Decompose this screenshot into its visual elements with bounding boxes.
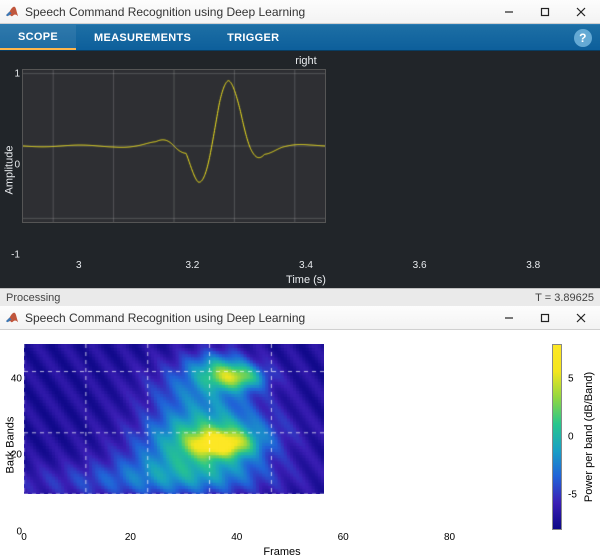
status-bar: Processing T = 3.89625	[0, 288, 600, 306]
colorbar-label: Power per band (dB/Band)	[582, 344, 596, 530]
spectrogram-xticks: 020406080	[24, 532, 540, 546]
toolstrip-tab-scope[interactable]: SCOPE	[0, 25, 76, 50]
scope-window-titlebar: Speech Command Recognition using Deep Le…	[0, 0, 600, 24]
matlab-logo-icon	[4, 310, 19, 325]
toolstrip-tab-trigger[interactable]: TRIGGER	[209, 25, 297, 50]
spectrogram-pane: Bark Bands 02040 020406080 Frames -505 P…	[0, 330, 600, 560]
close-button[interactable]	[566, 306, 596, 330]
minimize-button[interactable]	[494, 0, 524, 24]
waveform-canvas	[22, 69, 326, 223]
colorbar-ticks: -505	[568, 344, 576, 530]
scope-plot: Amplitude right -101 33.23.43.63.8 Time …	[0, 51, 600, 288]
help-button[interactable]: ?	[574, 29, 592, 47]
close-button[interactable]	[566, 0, 596, 24]
minimize-button[interactable]	[494, 306, 524, 330]
spectrogram-window-titlebar: Speech Command Recognition using Deep Le…	[0, 306, 600, 330]
scope-xlabel: Time (s)	[22, 274, 590, 286]
toolstrip-tab-measurements[interactable]: MEASUREMENTS	[76, 25, 209, 50]
scope-window-title: Speech Command Recognition using Deep Le…	[25, 5, 305, 19]
scope-toolstrip: SCOPEMEASUREMENTSTRIGGER ?	[0, 24, 600, 51]
colorbar: -505 Power per band (dB/Band)	[544, 330, 600, 560]
scope-axes[interactable]: -101	[22, 69, 590, 260]
spectrogram-yticks: 02040	[2, 344, 22, 532]
scope-pane: SCOPEMEASUREMENTSTRIGGER ? Amplitude rig…	[0, 24, 600, 288]
spectrogram-canvas	[24, 344, 324, 494]
status-left: Processing	[6, 292, 60, 304]
maximize-button[interactable]	[530, 0, 560, 24]
scope-xticks: 33.23.43.63.8	[22, 260, 590, 274]
spectrogram-xlabel: Frames	[24, 546, 540, 558]
spectrogram-axes[interactable]: 02040	[24, 344, 540, 532]
spectrogram-window-title: Speech Command Recognition using Deep Le…	[25, 311, 305, 325]
status-right: T = 3.89625	[535, 292, 594, 304]
maximize-button[interactable]	[530, 306, 560, 330]
scope-plot-title: right	[22, 55, 590, 67]
colorbar-gradient	[552, 344, 562, 530]
matlab-logo-icon	[4, 4, 19, 19]
scope-yticks: -101	[0, 69, 20, 260]
